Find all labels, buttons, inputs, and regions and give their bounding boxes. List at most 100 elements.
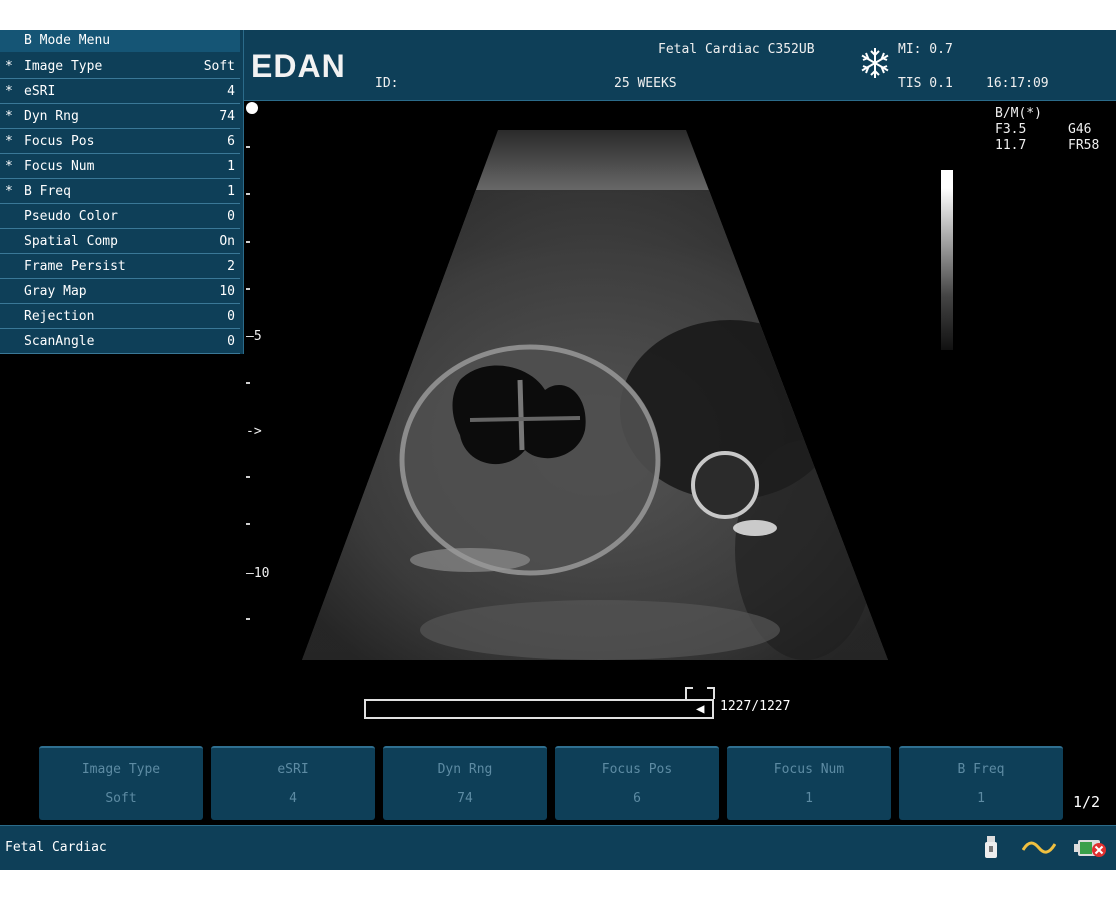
- cine-frame-counter: 1227/1227: [720, 699, 791, 714]
- frequency-readout: F3.5: [995, 122, 1027, 137]
- depth-tick: [246, 146, 250, 148]
- mechanical-index: MI: 0.7: [898, 42, 953, 57]
- menu-item-value: 4: [227, 84, 235, 99]
- menu-item-label: eSRI: [24, 84, 56, 99]
- gain-readout: G46: [1068, 122, 1092, 137]
- menu-item[interactable]: * Image Type Soft: [0, 54, 240, 79]
- menu-item[interactable]: Gray Map 10: [0, 279, 240, 304]
- menu-item[interactable]: Rejection 0: [0, 304, 240, 329]
- menu-item[interactable]: * Focus Pos 6: [0, 129, 240, 154]
- menu-item-label: B Freq: [24, 184, 71, 199]
- patient-id-label: ID:: [375, 76, 399, 91]
- menu-item-label: Image Type: [24, 59, 103, 74]
- menu-item-value: 1: [227, 159, 235, 174]
- menu-item-value: 0: [227, 309, 235, 324]
- softkey-value: 1: [805, 791, 813, 806]
- menu-item-value: Soft: [203, 59, 235, 74]
- ultrasound-image[interactable]: [300, 130, 890, 660]
- brand-logo: EDAN: [251, 48, 346, 84]
- softkey-label: Dyn Rng: [437, 762, 493, 777]
- menu-item[interactable]: Spatial Comp On: [0, 229, 240, 254]
- menu-item[interactable]: * Dyn Rng 74: [0, 104, 240, 129]
- top-header: EDAN ID: Fetal Cardiac C352UB 25 WEEKS M…: [243, 30, 1116, 101]
- depth-tick: [246, 618, 250, 620]
- depth-label-5: —5: [246, 329, 262, 344]
- menu-item-marker: *: [5, 109, 13, 124]
- menu-item-value: 10: [219, 284, 235, 299]
- softkey-label: B Freq: [957, 762, 1005, 777]
- menu-item-label: Rejection: [24, 309, 95, 324]
- menu-item[interactable]: ScanAngle 0: [0, 329, 240, 354]
- softkey-label: Focus Num: [773, 762, 845, 777]
- menu-item-label: ScanAngle: [24, 334, 95, 349]
- softkey-value: 74: [457, 791, 473, 806]
- menu-title: B Mode Menu: [0, 30, 240, 52]
- menu-item-label: Gray Map: [24, 284, 87, 299]
- menu-item-marker: *: [5, 134, 13, 149]
- gestational-age: 25 WEEKS: [614, 76, 677, 91]
- exam-probe-label: Fetal Cardiac C352UB: [658, 42, 815, 57]
- softkey-button[interactable]: Focus Num 1: [727, 746, 891, 820]
- menu-item-label: Frame Persist: [24, 259, 126, 274]
- softkey-label: eSRI: [277, 762, 309, 777]
- menu-item[interactable]: * Focus Num 1: [0, 154, 240, 179]
- menu-item-value: On: [219, 234, 235, 249]
- softkey-value: 4: [289, 791, 297, 806]
- depth-tick: [246, 382, 250, 384]
- page-indicator[interactable]: 1/2: [1073, 793, 1100, 811]
- cine-progress-bar[interactable]: [364, 699, 714, 719]
- depth-tick: [246, 476, 250, 478]
- menu-item-label: Spatial Comp: [24, 234, 118, 249]
- cine-cursor-icon[interactable]: ◀: [696, 701, 704, 717]
- menu-item-label: Pseudo Color: [24, 209, 118, 224]
- snowflake-icon[interactable]: [858, 46, 892, 80]
- depth-origin-marker: [246, 102, 258, 114]
- softkey-label: Image Type: [81, 762, 161, 777]
- menu-item[interactable]: * B Freq 1: [0, 179, 240, 204]
- frame-rate-readout: FR58: [1068, 138, 1100, 153]
- softkey-value: Soft: [105, 791, 137, 806]
- battery-error-icon: [1074, 840, 1106, 857]
- depth-label-10: —10: [246, 566, 270, 581]
- menu-item-marker: *: [5, 84, 13, 99]
- menu-item[interactable]: * eSRI 4: [0, 79, 240, 104]
- softkey-value: 1: [977, 791, 985, 806]
- b-mode-menu: B Mode Menu * Image Type Soft * eSRI 4 * Dyn Rn…: [0, 30, 244, 354]
- menu-item-value: 1: [227, 184, 235, 199]
- menu-item-value: 0: [227, 334, 235, 349]
- menu-item-marker: *: [5, 159, 13, 174]
- softkey-label: Focus Pos: [601, 762, 673, 777]
- usb-icon: [985, 836, 997, 858]
- depth-tick: [246, 288, 250, 290]
- gray-scale-bar: [941, 170, 953, 350]
- menu-item-label: Focus Num: [24, 159, 95, 174]
- softkey-button[interactable]: eSRI 4: [211, 746, 375, 820]
- menu-item-marker: *: [5, 184, 13, 199]
- softkey-button[interactable]: Focus Pos 6: [555, 746, 719, 820]
- depth-tick: [246, 241, 250, 243]
- depth-tick: [246, 523, 250, 525]
- softkey-button[interactable]: B Freq 1: [899, 746, 1063, 820]
- focus-marker[interactable]: ->: [246, 424, 262, 439]
- menu-item-label: Dyn Rng: [24, 109, 79, 124]
- cine-range-bracket: [685, 687, 715, 699]
- ecg-wave-icon: [1022, 841, 1056, 854]
- menu-item-value: 2: [227, 259, 235, 274]
- exam-name: Fetal Cardiac: [5, 840, 107, 855]
- menu-item[interactable]: Frame Persist 2: [0, 254, 240, 279]
- menu-item-value: 0: [227, 209, 235, 224]
- thermal-index: TIS 0.1: [898, 76, 953, 91]
- depth-tick: [246, 193, 250, 195]
- softkey-button[interactable]: Dyn Rng 74: [383, 746, 547, 820]
- menu-item-marker: *: [5, 59, 13, 74]
- softkey-value: 6: [633, 791, 641, 806]
- menu-item-label: Focus Pos: [24, 134, 95, 149]
- menu-item-value: 6: [227, 134, 235, 149]
- menu-item-value: 74: [219, 109, 235, 124]
- status-bar: Fetal Cardiac: [0, 825, 1116, 870]
- ultrasound-screen: EDAN ID: Fetal Cardiac C352UB 25 WEEKS M…: [0, 30, 1116, 870]
- imaging-mode: B/M(*): [995, 106, 1042, 121]
- softkey-button[interactable]: Image Type Soft: [39, 746, 203, 820]
- menu-item[interactable]: Pseudo Color 0: [0, 204, 240, 229]
- depth-readout: 11.7: [995, 138, 1027, 153]
